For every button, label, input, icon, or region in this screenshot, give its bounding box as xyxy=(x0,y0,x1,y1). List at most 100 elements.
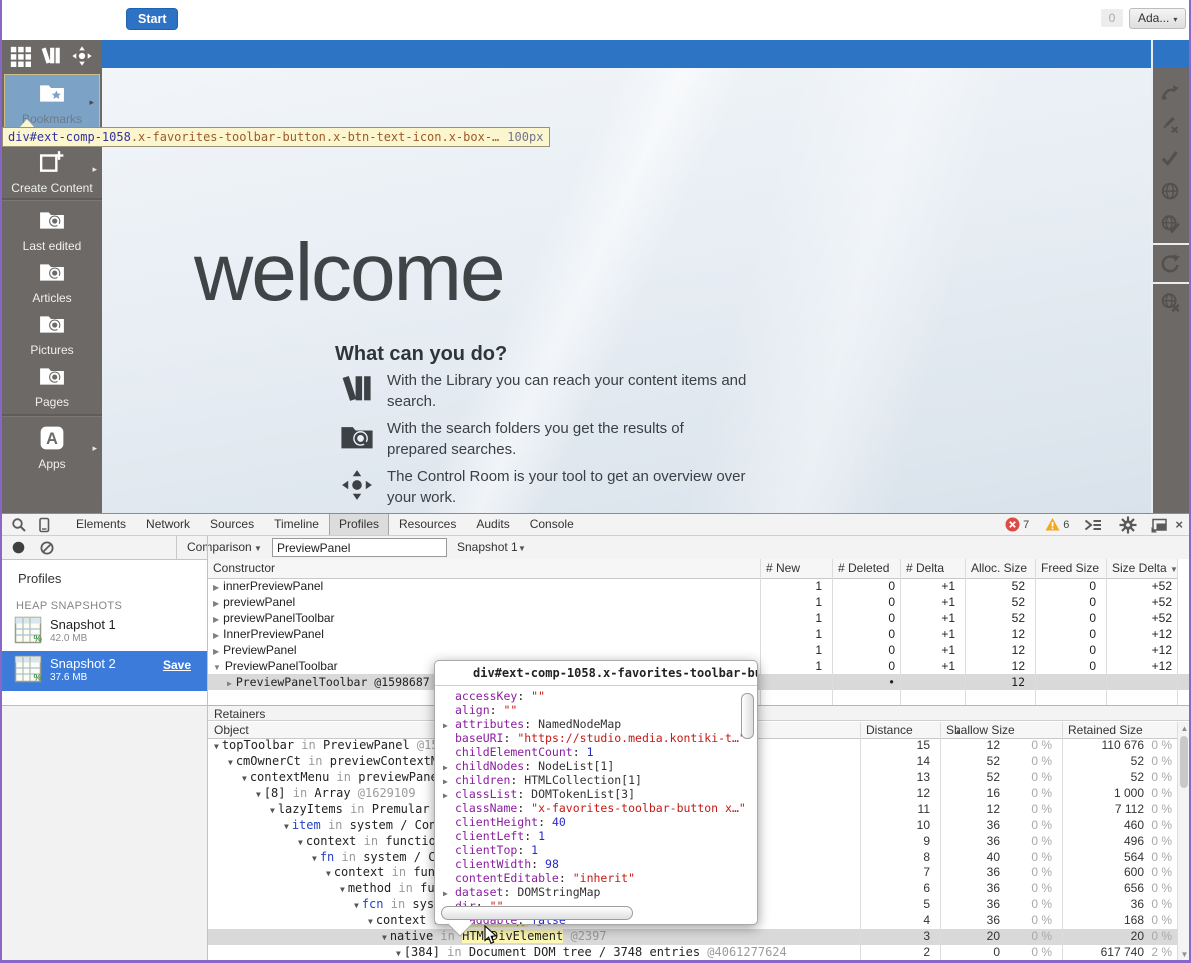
constructor-row[interactable]: ▶InnerPreviewPanel10+1120+12 xyxy=(207,626,1177,642)
snapshot-item-2[interactable]: %Snapshot 237.6 MBSave xyxy=(2,651,207,691)
device-mode-icon[interactable] xyxy=(36,517,52,533)
property-row[interactable]: ▶children: HTMLCollection[1] xyxy=(443,773,757,787)
property-row[interactable]: baseURI: "https://studio.media.kontiki-t… xyxy=(443,731,757,745)
search-icon[interactable] xyxy=(11,517,27,533)
column-header-1[interactable]: # New xyxy=(766,559,800,578)
disclosure-open-icon[interactable]: ▼ xyxy=(326,869,331,878)
sidebar-item-bookmarks[interactable]: Bookmarks▸ xyxy=(4,74,100,132)
constructor-row[interactable]: ▶innerPreviewPanel10+1520+52 xyxy=(207,578,1177,594)
snapshot-item-1[interactable]: %Snapshot 142.0 MB xyxy=(2,612,207,650)
column-header-2[interactable]: Shallow Size xyxy=(946,722,1015,738)
disclosure-closed-icon[interactable]: ▶ xyxy=(213,631,219,640)
retainer-row[interactable]: ▼[384] in Document DOM tree / 3748 entri… xyxy=(207,945,1177,961)
scrollbar-thumb[interactable] xyxy=(1180,736,1188,788)
scroll-down-icon[interactable]: ▼ xyxy=(1180,950,1189,959)
disclosure-closed-icon[interactable]: ▶ xyxy=(213,615,219,624)
disclosure-closed-icon[interactable]: ▶ xyxy=(213,599,219,608)
column-header-4[interactable]: Alloc. Size xyxy=(971,559,1027,578)
property-row[interactable]: clientLeft: 1 xyxy=(443,829,757,843)
clear-icon[interactable] xyxy=(40,541,54,560)
view-mode-select[interactable]: Comparison xyxy=(187,536,252,559)
globe-check-icon[interactable] xyxy=(1160,214,1182,241)
refresh-icon[interactable] xyxy=(1160,253,1182,280)
warning-icon[interactable] xyxy=(1045,517,1060,532)
console-drawer-icon[interactable] xyxy=(1084,518,1102,532)
save-link[interactable]: Save xyxy=(163,658,191,672)
disclosure-open-icon[interactable]: ▼ xyxy=(340,885,345,894)
tab-elements[interactable]: Elements xyxy=(66,514,136,535)
control-room-icon[interactable] xyxy=(71,45,93,67)
globe-x-icon[interactable] xyxy=(1160,292,1182,319)
scroll-up-icon[interactable]: ▲ xyxy=(1180,724,1189,733)
column-header-2[interactable]: # Deleted xyxy=(838,559,889,578)
disclosure-open-icon[interactable]: ▼ xyxy=(312,854,317,863)
constructor-row[interactable]: ▶PreviewPanel10+1120+12 xyxy=(207,642,1177,658)
column-header-3[interactable]: Retained Size xyxy=(1068,722,1143,738)
globe-icon[interactable] xyxy=(1160,181,1182,208)
tab-console[interactable]: Console xyxy=(520,514,584,535)
disclosure-closed-icon[interactable]: ▶ xyxy=(213,647,219,656)
property-row[interactable]: className: "x-favorites-toolbar-button x… xyxy=(443,801,757,815)
property-row[interactable]: ▶classList: DOMTokenList[3] xyxy=(443,787,757,801)
disclosure-open-icon[interactable]: ▼ xyxy=(284,822,289,831)
property-row[interactable]: ▶attributes: NamedNodeMap xyxy=(443,717,757,731)
tab-resources[interactable]: Resources xyxy=(389,514,466,535)
disclosure-open-icon[interactable]: ▼ xyxy=(354,901,359,910)
sidebar-item-apps[interactable]: AApps▸ xyxy=(2,420,102,478)
disclosure-open-icon[interactable]: ▼ xyxy=(298,838,303,847)
column-header-5[interactable]: Freed Size xyxy=(1041,559,1099,578)
column-header-6[interactable]: Size Delta ▼ xyxy=(1112,559,1178,579)
tab-timeline[interactable]: Timeline xyxy=(264,514,329,535)
tab-profiles[interactable]: Profiles xyxy=(329,514,389,535)
property-row[interactable]: ▶childNodes: NodeList[1] xyxy=(443,759,757,773)
property-row[interactable]: childElementCount: 1 xyxy=(443,745,757,759)
property-row[interactable]: ▶dataset: DOMStringMap xyxy=(443,885,757,899)
disclosure-open-icon[interactable]: ▼ xyxy=(242,774,247,783)
grid-icon[interactable] xyxy=(9,45,31,67)
sidebar-item-pages[interactable]: Pages xyxy=(2,358,102,408)
start-button[interactable]: Start xyxy=(126,8,178,30)
user-menu-button[interactable]: Ada...▾ xyxy=(1129,8,1186,29)
sidebar-item-pictures[interactable]: Pictures xyxy=(2,306,102,356)
disclosure-open-icon[interactable]: ▼ xyxy=(368,917,373,926)
sidebar-item-articles[interactable]: Articles xyxy=(2,254,102,304)
tab-network[interactable]: Network xyxy=(136,514,200,535)
disclosure-open-icon[interactable]: ▼ xyxy=(214,742,219,751)
constructor-row[interactable]: ▶previewPanel10+1520+52 xyxy=(207,594,1177,610)
constructor-row[interactable]: ▶previewPanelToolbar10+1520+52 xyxy=(207,610,1177,626)
tab-audits[interactable]: Audits xyxy=(466,514,519,535)
property-row[interactable]: contentEditable: "inherit" xyxy=(443,871,757,885)
sidebar-item-create-content[interactable]: Create Content▸ xyxy=(2,144,102,196)
property-row[interactable]: clientTop: 1 xyxy=(443,843,757,857)
base-snapshot-select[interactable]: Snapshot 1 xyxy=(457,536,518,559)
disclosure-closed-icon[interactable]: ▶ xyxy=(227,679,232,688)
property-row[interactable]: align: "" xyxy=(443,703,757,717)
disclosure-open-icon[interactable]: ▼ xyxy=(270,806,275,815)
dock-icon[interactable] xyxy=(1150,517,1168,533)
gear-icon[interactable] xyxy=(1119,516,1137,534)
disclosure-open-icon[interactable]: ▼ xyxy=(228,758,233,767)
sidebar-item-last-edited[interactable]: Last edited xyxy=(2,202,102,252)
disclosure-open-icon[interactable]: ▼ xyxy=(213,663,221,672)
check-icon[interactable] xyxy=(1160,148,1182,175)
tab-sources[interactable]: Sources xyxy=(200,514,264,535)
edit-redo-icon[interactable] xyxy=(1160,82,1182,109)
close-icon[interactable]: × xyxy=(1175,517,1183,532)
error-icon[interactable] xyxy=(1005,517,1020,532)
disclosure-closed-icon[interactable]: ▶ xyxy=(213,583,219,592)
disclosure-open-icon[interactable]: ▼ xyxy=(256,790,261,799)
property-row[interactable]: accessKey: "" xyxy=(443,689,757,703)
library-icon[interactable] xyxy=(40,45,62,67)
edit-x-icon[interactable] xyxy=(1160,115,1182,142)
popup-vertical-scrollbar[interactable] xyxy=(741,693,754,739)
column-header-0[interactable]: Object xyxy=(214,722,249,738)
property-row[interactable]: clientHeight: 40 xyxy=(443,815,757,829)
disclosure-open-icon[interactable]: ▼ xyxy=(396,949,401,958)
property-row[interactable]: clientWidth: 98 xyxy=(443,857,757,871)
retainer-row[interactable]: ▼native in HTMLDivElement @23973200 %200… xyxy=(207,929,1177,945)
column-header-0[interactable]: Constructor xyxy=(213,559,275,578)
column-header-3[interactable]: # Delta xyxy=(906,559,944,578)
popup-horizontal-scrollbar[interactable] xyxy=(441,906,633,920)
record-icon[interactable] xyxy=(12,541,25,559)
disclosure-open-icon[interactable]: ▼ xyxy=(382,933,387,942)
